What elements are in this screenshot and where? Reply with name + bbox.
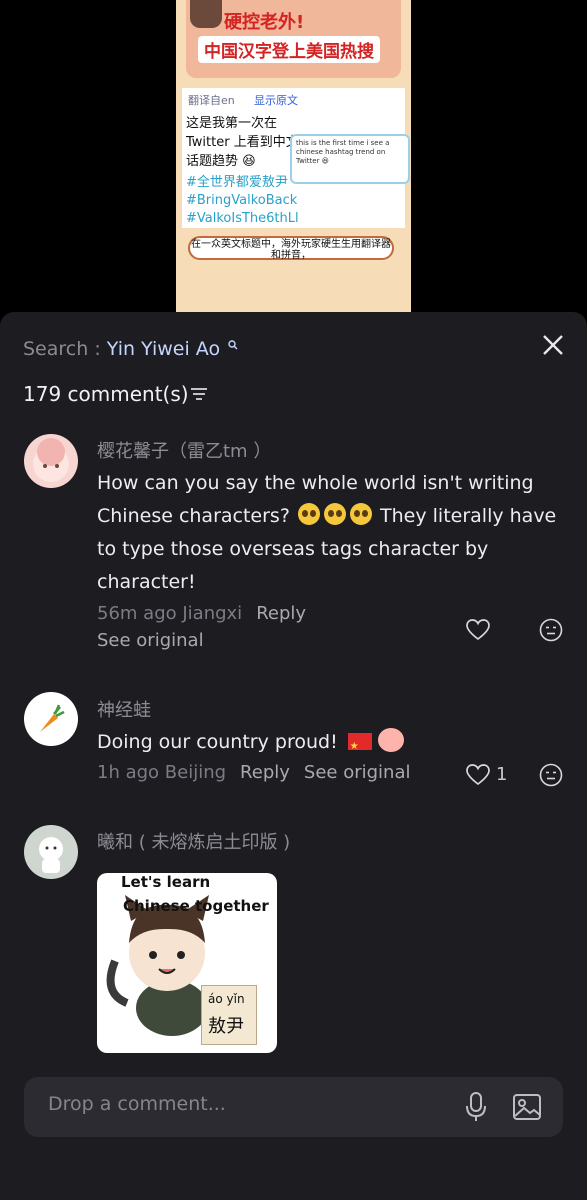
video-headline-2: 中国汉字登上美国热搜	[198, 36, 380, 63]
comment-input[interactable]: Drop a comment...	[24, 1077, 563, 1137]
reply-button[interactable]: Reply	[240, 762, 290, 783]
video-subtitle: 在一众英文标题中，海外玩家硬生生用翻译器和拼音，	[188, 236, 394, 261]
search-query[interactable]: Yin Yiwei Ao	[107, 338, 220, 360]
sticker-pinyin: áo yǐn	[208, 992, 245, 1006]
search-prefix: Search :	[23, 338, 107, 360]
like-count: 1	[496, 764, 508, 785]
see-original-button[interactable]: See original	[304, 762, 411, 783]
pleading-face-icon	[297, 503, 320, 525]
mic-icon[interactable]	[464, 1091, 488, 1123]
translate-label: 翻译自en	[188, 94, 235, 107]
video-headline-1: 硬控老外!	[224, 12, 305, 33]
dislike-face-icon[interactable]	[539, 618, 563, 642]
pleading-face-icon	[323, 503, 346, 525]
see-original-button[interactable]: See original	[97, 630, 204, 651]
video-post-body: 这是我第一次在 Twitter 上看到中文话题趋势 😆	[186, 116, 299, 169]
search-line[interactable]: Search : Yin Yiwei Ao	[23, 338, 220, 360]
avatar-image	[39, 837, 63, 873]
commenter-name[interactable]: 神经蛙	[97, 696, 151, 722]
video-post-card: 翻译自en 显示原文 这是我第一次在 Twitter 上看到中文话题趋势 😆 #…	[182, 88, 410, 228]
commenter-name[interactable]: 樱花馨子（雷乙tm ）	[97, 437, 271, 463]
dislike-face-icon[interactable]	[539, 763, 563, 787]
sticker-caption-1: Let's learn	[121, 873, 211, 891]
comment-count: 179 comment(s)	[23, 382, 189, 406]
avatar[interactable]	[24, 692, 78, 746]
sticker-caption-2: Chinese together	[123, 897, 269, 915]
avatar[interactable]	[24, 434, 78, 488]
video-preview[interactable]: 硬控老外! 中国汉字登上美国热搜 翻译自en 显示原文 这是我第一次在 Twit…	[176, 0, 411, 312]
commenter-name[interactable]: 曦和 ( 未熔炼启土印版 )	[97, 828, 290, 854]
comment-text-part: Doing our country proud!	[97, 731, 338, 753]
show-original-link: 显示原文	[254, 94, 298, 107]
sticker-name-card: áo yǐn 敖尹	[201, 985, 257, 1045]
avatar-image	[33, 438, 69, 482]
avatar[interactable]	[24, 825, 78, 879]
sticker-hanzi: 敖尹	[208, 1016, 244, 1037]
comment-meta: 1h ago Beijing Reply See original	[97, 762, 410, 783]
comment-time-location: 1h ago Beijing	[97, 762, 227, 783]
comment-time-location: 56m ago Jiangxi	[97, 603, 243, 624]
pleading-face-icon	[349, 503, 372, 525]
comment-text: Doing our country proud!	[97, 726, 527, 763]
heart-icon[interactable]	[466, 764, 490, 786]
search-icon[interactable]	[228, 340, 238, 350]
video-inset-tweet: this is the first time i see a chinese h…	[290, 134, 410, 184]
reply-button[interactable]: Reply	[256, 603, 306, 624]
comment-text: How can you say the whole world isn't wr…	[97, 467, 557, 599]
cup-graphic	[190, 0, 222, 28]
china-flag-icon	[347, 730, 372, 763]
heart-icon[interactable]	[466, 619, 490, 641]
close-icon[interactable]	[540, 332, 566, 358]
comment-input-placeholder[interactable]: Drop a comment...	[48, 1093, 226, 1115]
comment-sticker[interactable]: Let's learn Chinese together áo yǐn 敖尹	[97, 873, 277, 1053]
image-icon[interactable]	[512, 1092, 542, 1122]
carrot-icon	[40, 704, 65, 732]
emoji-sticker-icon	[377, 728, 404, 752]
comment-meta: 56m ago Jiangxi Reply	[97, 603, 306, 624]
sort-icon[interactable]	[190, 386, 208, 402]
